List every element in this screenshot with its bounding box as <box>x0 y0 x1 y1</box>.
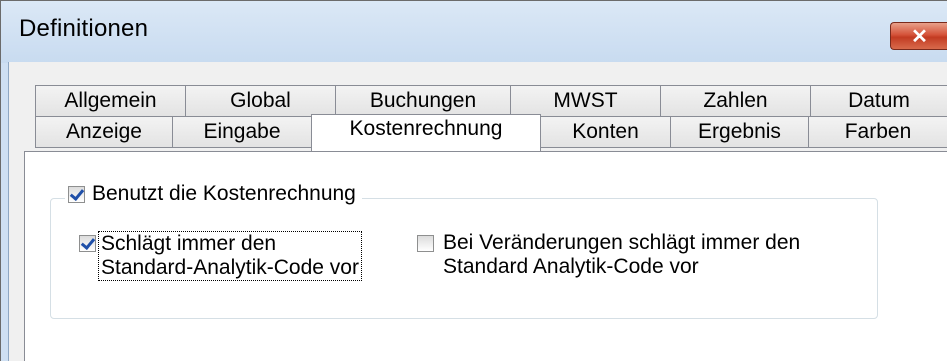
use-cost-accounting-label: Benutzt die Kostenrechnung <box>92 182 356 205</box>
tab-label: Konten <box>572 120 639 143</box>
tab-zahlen[interactable]: Zahlen <box>660 85 811 117</box>
tab-label: Datum <box>848 89 910 112</box>
tab-eingabe[interactable]: Eingabe <box>172 116 312 148</box>
tab-label: Allgemein <box>64 89 157 112</box>
label-line-2: Standard-Analytik-Code vor <box>101 256 359 279</box>
tab-datum[interactable]: Datum <box>810 85 947 117</box>
tab-farben[interactable]: Farben <box>808 116 947 148</box>
checkbox-checked-icon[interactable] <box>68 185 85 203</box>
tab-anzeige[interactable]: Anzeige <box>35 116 173 148</box>
checkbox-checked-icon[interactable] <box>79 235 96 252</box>
tab-mwst[interactable]: MWST <box>510 85 661 117</box>
label-line-1: Schlägt immer den <box>101 232 277 255</box>
tab-allgemein[interactable]: Allgemein <box>35 85 186 117</box>
on-change-standard-code-label: Bei Veränderungen schlägt immer den Stan… <box>443 231 800 279</box>
label-line-1: Bei Veränderungen schlägt immer den <box>443 231 801 254</box>
tab-kostenrechnung[interactable]: Kostenrechnung <box>311 114 541 151</box>
close-icon: ✕ <box>911 25 928 48</box>
tab-global[interactable]: Global <box>185 85 336 117</box>
tab-label: Kostenrechnung <box>349 117 503 140</box>
on-change-standard-code-checkbox[interactable]: Bei Veränderungen schlägt immer den Stan… <box>417 231 800 279</box>
close-button[interactable]: ✕ <box>890 22 947 50</box>
title-bar[interactable]: Definitionen <box>1 1 947 63</box>
tab-label: Global <box>230 89 291 112</box>
tab-label: MWST <box>553 89 618 112</box>
always-standard-code-checkbox[interactable]: Schlägt immer den Standard-Analytik-Code… <box>79 231 362 281</box>
tab-label: Anzeige <box>66 120 142 143</box>
window-title: Definitionen <box>19 15 149 42</box>
tab-ergebnis[interactable]: Ergebnis <box>670 116 809 148</box>
use-cost-accounting-checkbox[interactable]: Benutzt die Kostenrechnung <box>65 182 362 206</box>
checkbox-unchecked-icon[interactable] <box>417 235 434 252</box>
tab-label: Farben <box>844 120 912 143</box>
tab-label: Eingabe <box>203 120 281 143</box>
label-line-2: Standard Analytik-Code vor <box>443 255 699 278</box>
tab-label: Ergebnis <box>698 120 781 143</box>
tab-buchungen[interactable]: Buchungen <box>335 85 511 117</box>
tab-label: Buchungen <box>369 89 477 112</box>
tab-konten[interactable]: Konten <box>540 116 671 148</box>
always-standard-code-label: Schlägt immer den Standard-Analytik-Code… <box>98 231 362 281</box>
tab-label: Zahlen <box>703 89 768 112</box>
